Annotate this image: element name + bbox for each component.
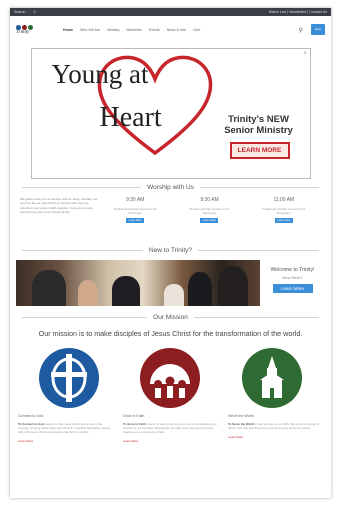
mission-title: Our Mission xyxy=(153,314,188,321)
service-desc: Traditional worship service in the Sanct… xyxy=(262,207,306,215)
column-title: Connect to God xyxy=(18,414,44,418)
service-learn-more-button[interactable]: Learn More xyxy=(274,218,293,223)
photo-figure xyxy=(112,276,140,306)
grow-people-icon[interactable] xyxy=(140,348,201,408)
column-text: To Serve the World is how we live out ou… xyxy=(228,422,323,430)
web-page: Search ... ⚲ Watch Live | Newsletter | C… xyxy=(10,8,331,498)
photo-figure xyxy=(78,280,98,306)
nav-item-events[interactable]: Events xyxy=(149,28,160,32)
top-search-label[interactable]: Search ... xyxy=(14,10,29,14)
nav-item-home[interactable]: Home xyxy=(63,28,73,32)
top-links[interactable]: Watch Live | Newsletter | Contact Us xyxy=(269,10,327,14)
banner-title-line2: Heart xyxy=(99,102,162,133)
service-time: 9:30 AM xyxy=(125,197,145,203)
service-desc: Traditional worship service in the Sanct… xyxy=(113,207,157,215)
photo-figure xyxy=(218,266,248,306)
worship-section: We gladly invite you to worship with us.… xyxy=(20,197,321,247)
column-text: To Connect to God means to draw close to… xyxy=(18,422,113,434)
church-icon xyxy=(260,356,285,398)
mission-column: Connect to God To Connect to God means t… xyxy=(18,414,113,443)
worship-title: Worship with Us xyxy=(147,184,194,191)
mission-icons xyxy=(18,348,323,408)
nav-item-ministry[interactable]: Ministry xyxy=(107,28,119,32)
banner-title-line1: Young at xyxy=(51,59,149,89)
connect-globe-icon[interactable] xyxy=(38,348,99,408)
column-learn-more-link[interactable]: Learn More xyxy=(18,439,113,443)
header-search-icon[interactable]: ⚲ xyxy=(299,27,303,34)
serve-church-icon[interactable] xyxy=(242,348,303,408)
mission-heading: Our Mission xyxy=(22,314,319,321)
photo-figure xyxy=(32,270,66,306)
service-desc: Modern worship service in the Sanctuary xyxy=(189,207,230,215)
divider xyxy=(198,250,319,251)
worship-intro: We gladly invite you to worship with us.… xyxy=(20,197,98,214)
worship-heading: Worship with Us xyxy=(22,184,319,191)
divider xyxy=(193,317,319,318)
new-title: New to Trinity? xyxy=(149,247,192,254)
top-bar: Search ... ⚲ Watch Live | Newsletter | C… xyxy=(10,8,331,16)
mission-column: Grow in Faith To Grow in Faith means for… xyxy=(123,414,218,443)
tagline-line2: Senior Ministry xyxy=(224,124,293,136)
tagline-line1: Trinity's NEW xyxy=(228,114,289,125)
service-card: 9:30 AM Modern worship service in the Sa… xyxy=(172,197,246,247)
divider xyxy=(22,250,143,251)
mission-column: Serve the World To Serve the World is ho… xyxy=(228,414,323,443)
column-learn-more-link[interactable]: Learn More xyxy=(228,435,323,439)
service-card: 11:00 AM Traditional worship service in … xyxy=(247,197,321,247)
divider xyxy=(199,187,319,188)
divider xyxy=(22,317,148,318)
service-time: 11:00 AM xyxy=(273,197,295,203)
column-learn-more-link[interactable]: Learn More xyxy=(123,439,218,443)
column-title: Grow in Faith xyxy=(123,414,145,418)
logo-text: Trinity xyxy=(16,30,30,35)
photo-figure xyxy=(164,284,184,306)
service-learn-more-button[interactable]: Learn More xyxy=(200,218,219,223)
welcome-title: Welcome to Trinity! xyxy=(270,267,315,273)
site-logo[interactable]: Trinity xyxy=(16,25,33,35)
site-header: Trinity Home Who We Are Ministry Ministr… xyxy=(10,16,331,44)
nav-item-ministries[interactable]: Ministries xyxy=(127,28,142,32)
welcome-subtitle: New Here? xyxy=(282,275,303,280)
new-heading: New to Trinity? xyxy=(22,247,319,254)
welcome-learn-more-button[interactable]: Learn More xyxy=(272,284,313,293)
people-icon xyxy=(150,364,191,398)
main-nav: Home Who We Are Ministry Ministries Even… xyxy=(63,28,200,32)
photo-figure xyxy=(188,272,212,306)
banner-tagline: Trinity's NEW Senior Ministry xyxy=(218,114,300,136)
search-icon[interactable]: ⚲ xyxy=(33,10,36,14)
welcome-panel: Welcome to Trinity! New Here? Learn More xyxy=(260,260,325,306)
nav-item-who-we-are[interactable]: Who We Are xyxy=(80,28,100,32)
column-title: Serve the World xyxy=(228,414,254,418)
mission-statement: Our mission is to make disciples of Jesu… xyxy=(38,329,303,338)
donate-button[interactable]: Give xyxy=(311,24,325,35)
nav-item-give[interactable]: Give xyxy=(193,28,200,32)
globe-cross-icon xyxy=(50,354,87,402)
column-text: To Grow in Faith means for each of us to… xyxy=(123,422,218,434)
service-learn-more-button[interactable]: Learn More xyxy=(126,218,145,223)
mission-columns: Connect to God To Connect to God means t… xyxy=(18,414,323,443)
congregation-photo xyxy=(16,260,260,306)
promo-banner[interactable]: x Young at Heart Trinity's NEW Senior Mi… xyxy=(30,48,311,179)
divider xyxy=(22,187,142,188)
learn-more-button[interactable]: LEARN MORE xyxy=(229,142,290,159)
service-card: 9:30 AM Traditional worship service in t… xyxy=(98,197,172,247)
new-section: Welcome to Trinity! New Here? Learn More xyxy=(16,260,325,306)
close-icon[interactable]: x xyxy=(304,50,307,56)
service-time: 9:30 AM xyxy=(200,197,219,203)
nav-item-news-info[interactable]: News & Info xyxy=(167,28,186,32)
